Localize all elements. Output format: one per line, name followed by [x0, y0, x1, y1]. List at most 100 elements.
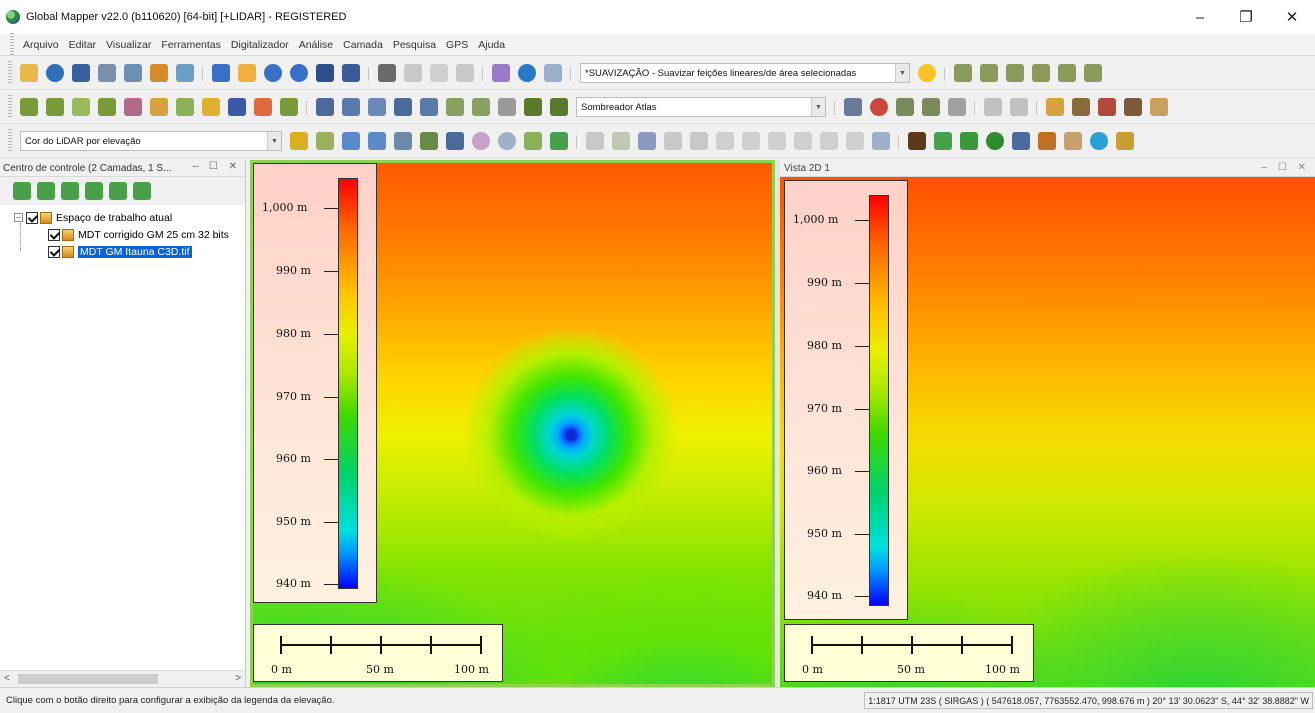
lidar-tool-6-button[interactable] [443, 129, 467, 153]
digitizer-3-button[interactable] [893, 95, 917, 119]
analysis-4-button[interactable] [391, 95, 415, 119]
tools-button[interactable] [121, 61, 145, 85]
line-tool-3-button[interactable] [1003, 61, 1027, 85]
analysis-8-button[interactable] [495, 95, 519, 119]
toolbar-grip[interactable] [8, 95, 12, 119]
control-center-button[interactable] [147, 61, 171, 85]
edit-3-button[interactable] [635, 129, 659, 153]
edit-6-button[interactable] [713, 129, 737, 153]
edit-1-button[interactable] [583, 129, 607, 153]
classify-vegetation-button[interactable] [931, 129, 955, 153]
lidar-tool-5-button[interactable] [417, 129, 441, 153]
horizontal-scrollbar[interactable]: < > [0, 670, 245, 687]
toolbar-grip[interactable] [8, 61, 12, 85]
menu-analise[interactable]: Análise [294, 39, 338, 51]
analysis-7-button[interactable] [469, 95, 493, 119]
line-tool-2-button[interactable] [977, 61, 1001, 85]
favorite-button[interactable] [915, 61, 939, 85]
lidar-1-button[interactable] [1043, 95, 1067, 119]
menu-ajuda[interactable]: Ajuda [473, 39, 510, 51]
map-view-main[interactable]: 1,000 m 990 m 980 m 970 m 960 m 950 m 94… [250, 160, 775, 687]
terrain-1-button[interactable] [17, 95, 41, 119]
classify-building-button[interactable] [1009, 129, 1033, 153]
digitizer-4-button[interactable] [919, 95, 943, 119]
analysis-6-button[interactable] [443, 95, 467, 119]
scale-bar[interactable]: 0 m 50 m 100 m [784, 624, 1034, 682]
layer-checkbox[interactable] [48, 245, 60, 258]
classify-pole-button[interactable] [1035, 129, 1059, 153]
analysis-1-button[interactable] [313, 95, 337, 119]
feature-edit-button[interactable] [489, 61, 513, 85]
classify-powerline-button[interactable] [1061, 129, 1085, 153]
select-button[interactable] [401, 61, 425, 85]
lidar-4-button[interactable] [1121, 95, 1145, 119]
analysis-10-button[interactable] [547, 95, 571, 119]
menu-visualizar[interactable]: Visualizar [101, 39, 156, 51]
layer-label[interactable]: MDT corrigido GM 25 cm 32 bits [78, 229, 229, 241]
terrain-5-button[interactable] [121, 95, 145, 119]
terrain-11-button[interactable] [277, 95, 301, 119]
terrain-10-button[interactable] [251, 95, 275, 119]
lidar-filter-button[interactable] [287, 129, 311, 153]
analysis-3-button[interactable] [365, 95, 389, 119]
layer-options-button[interactable] [11, 179, 33, 203]
pan-tool-button[interactable] [235, 61, 259, 85]
digitizer-5-button[interactable] [945, 95, 969, 119]
scroll-left-button[interactable]: < [4, 673, 10, 684]
toolbar-grip[interactable] [8, 129, 12, 153]
line-tool-6-button[interactable] [1081, 61, 1105, 85]
minimize-button[interactable]: – [1177, 0, 1223, 34]
lidar-3-button[interactable] [1095, 95, 1119, 119]
edit-9-button[interactable] [791, 129, 815, 153]
close-button[interactable]: ✕ [1269, 0, 1315, 34]
full-view-button[interactable] [339, 61, 363, 85]
panel-window-buttons[interactable]: – ☐ ✕ [1262, 162, 1310, 173]
info-button[interactable] [515, 61, 539, 85]
digitize-button[interactable] [375, 61, 399, 85]
layer-view-button[interactable] [131, 179, 153, 203]
elevation-legend[interactable]: 1,000 m 990 m 980 m 970 m 960 m 950 m 94… [253, 163, 377, 603]
lidar-tool-4-button[interactable] [391, 129, 415, 153]
digitizer-2-button[interactable] [867, 95, 891, 119]
previous-view-button[interactable] [313, 61, 337, 85]
analysis-2-button[interactable] [339, 95, 363, 119]
tree-root-row[interactable]: − Espaço de trabalho atual [0, 209, 245, 226]
smoothing-combo[interactable]: *SUAVIZAÇÃO - Suavizar feições lineares/… [580, 63, 910, 83]
terrain-4-button[interactable] [95, 95, 119, 119]
menu-pesquisa[interactable]: Pesquisa [388, 39, 441, 51]
edit-11-button[interactable] [843, 129, 867, 153]
workspace-label[interactable]: Espaço de trabalho atual [56, 212, 172, 224]
lidar-tool-10-button[interactable] [547, 129, 571, 153]
overview-button[interactable] [173, 61, 197, 85]
layer-checkbox[interactable] [48, 228, 60, 241]
edit-4-button[interactable] [661, 129, 685, 153]
terrain-9-button[interactable] [225, 95, 249, 119]
line-tool-1-button[interactable] [951, 61, 975, 85]
menu-ferramentas[interactable]: Ferramentas [156, 39, 226, 51]
classify-noise-button[interactable] [1113, 129, 1137, 153]
menu-digitalizador[interactable]: Digitalizador [226, 39, 294, 51]
open-folder-button[interactable] [17, 61, 41, 85]
layer-add-button[interactable] [83, 179, 105, 203]
scroll-thumb[interactable] [18, 674, 158, 684]
line-tool-5-button[interactable] [1055, 61, 1079, 85]
online-data-button[interactable] [43, 61, 67, 85]
menu-arquivo[interactable]: Arquivo [18, 39, 64, 51]
menu-editar[interactable]: Editar [64, 39, 101, 51]
terrain-3-button[interactable] [69, 95, 93, 119]
edit-7-button[interactable] [739, 129, 763, 153]
classify-water-button[interactable] [1087, 129, 1111, 153]
terrain-6-button[interactable] [147, 95, 171, 119]
lidar-5-button[interactable] [1147, 95, 1171, 119]
edit-5-button[interactable] [687, 129, 711, 153]
line-tool-4-button[interactable] [1029, 61, 1053, 85]
layer-row-selected[interactable]: MDT GM Itauna C3D.tif [0, 243, 245, 260]
save-button[interactable] [69, 61, 93, 85]
lidar-2-button[interactable] [1069, 95, 1093, 119]
lidar-tool-9-button[interactable] [521, 129, 545, 153]
map-view-2d[interactable]: Vista 2D 1 – ☐ ✕ 1,000 m 990 m 980 m 970… [780, 160, 1315, 687]
analysis-5-button[interactable] [417, 95, 441, 119]
lidar-tool-1-button[interactable] [313, 129, 337, 153]
measure-button[interactable] [453, 61, 477, 85]
menubar-grip[interactable] [10, 32, 14, 57]
